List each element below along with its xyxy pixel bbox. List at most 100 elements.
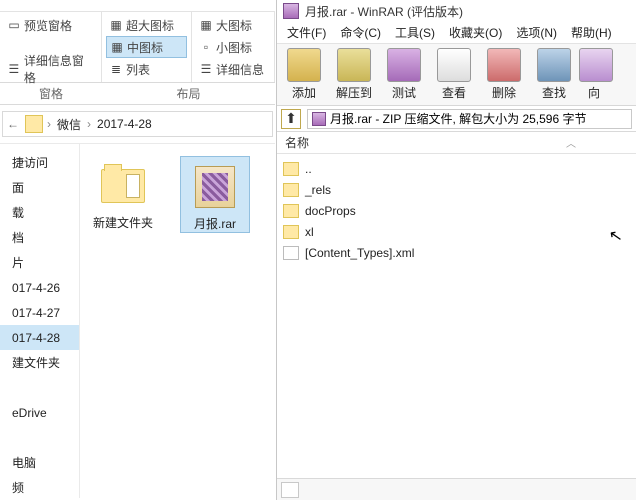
file-label: 月报.rar bbox=[181, 215, 249, 232]
file-label: 新建文件夹 bbox=[88, 214, 158, 231]
delete-button[interactable]: 删除 bbox=[479, 46, 529, 105]
menu-item[interactable]: 工具(S) bbox=[389, 22, 441, 43]
folder-entry[interactable]: .. bbox=[277, 158, 636, 179]
toolbar-label: 向 bbox=[579, 84, 609, 101]
test-button[interactable]: 测试 bbox=[379, 46, 429, 105]
folder-icon bbox=[25, 115, 43, 133]
very-large-icons[interactable]: ▦超大图标 bbox=[106, 14, 187, 36]
address-bar[interactable]: ← › 微信 › 2017-4-28 bbox=[2, 111, 273, 137]
toolbar-icon bbox=[579, 48, 613, 82]
title-bar[interactable]: 月报.rar - WinRAR (评估版本) bbox=[277, 0, 636, 22]
sort-indicator-icon: ︿ bbox=[566, 135, 576, 150]
view-button[interactable]: 查看 bbox=[429, 46, 479, 105]
breadcrumb-seg[interactable]: 2017-4-28 bbox=[93, 117, 156, 131]
toolbar: 添加解压到测试查看删除查找向 bbox=[277, 44, 636, 106]
menu-item[interactable]: 帮助(H) bbox=[565, 22, 618, 43]
archive-info: 月报.rar - ZIP 压缩文件, 解包大小为 25,596 字节 bbox=[330, 110, 587, 127]
medium-icons[interactable]: ▦中图标 bbox=[106, 36, 187, 58]
menu-item[interactable]: 命令(C) bbox=[334, 22, 387, 43]
archive-info-field[interactable]: 月报.rar - ZIP 压缩文件, 解包大小为 25,596 字节 bbox=[307, 109, 632, 129]
toolbar-icon bbox=[287, 48, 321, 82]
file-explorer: ▭ 预览窗格 ☰ 详细信息窗格 ▦超大图标 ▦中图标 ≣列表 ▦大图标 ▫小图标… bbox=[0, 0, 275, 500]
toolbar-icon bbox=[487, 48, 521, 82]
toolbar-icon bbox=[437, 48, 471, 82]
file-list[interactable]: .. _relsdocProps xl [Content_Types].xml bbox=[277, 154, 636, 267]
tree-item[interactable]: 面 bbox=[0, 175, 79, 200]
tree-item[interactable]: 建文件夹 bbox=[0, 350, 79, 375]
folder-icon bbox=[283, 162, 299, 176]
nav-tree[interactable]: 捷访问面载档片017-4-26017-4-27017-4-28建文件夹 eDriv… bbox=[0, 144, 80, 498]
small-icons[interactable]: ▫小图标 bbox=[196, 36, 270, 58]
tree-item[interactable]: 017-4-28 bbox=[0, 325, 79, 350]
folder-icon bbox=[283, 183, 299, 197]
large-icons[interactable]: ▦大图标 bbox=[196, 14, 270, 36]
nav-back-icon[interactable]: ← bbox=[3, 117, 23, 131]
status-seg bbox=[281, 482, 299, 498]
winrar-window: 月报.rar - WinRAR (评估版本) 文件(F)命令(C)工具(S)收藏… bbox=[276, 0, 636, 500]
extract-button[interactable]: 解压到 bbox=[329, 46, 379, 105]
up-button[interactable]: ⬆ bbox=[281, 109, 301, 129]
menu-item[interactable]: 选项(N) bbox=[510, 22, 563, 43]
list-view[interactable]: ≣列表 bbox=[106, 58, 187, 80]
list-header[interactable]: 名称 ︿ bbox=[277, 132, 636, 154]
entry-name: .. bbox=[305, 162, 312, 176]
tree-item[interactable]: 载 bbox=[0, 200, 79, 225]
wizard-button[interactable]: 向 bbox=[579, 46, 609, 105]
tree-item[interactable]: 捷访问 bbox=[0, 150, 79, 175]
menu-bar: 文件(F)命令(C)工具(S)收藏夹(O)选项(N)帮助(H) bbox=[277, 22, 636, 44]
entry-name: [Content_Types].xml bbox=[305, 246, 414, 260]
toolbar-icon bbox=[537, 48, 571, 82]
folder-entry[interactable]: _rels bbox=[277, 179, 636, 200]
folder-item[interactable]: 新建文件夹 bbox=[88, 156, 158, 231]
menu-item[interactable]: 收藏夹(O) bbox=[443, 22, 508, 43]
breadcrumb-seg[interactable]: 微信 bbox=[53, 116, 85, 133]
entry-name: xl bbox=[305, 225, 314, 239]
archive-item[interactable]: 月报.rar bbox=[180, 156, 250, 233]
folder-icon bbox=[283, 204, 299, 218]
tree-item[interactable]: eDrive bbox=[0, 400, 79, 425]
status-bar bbox=[277, 478, 636, 500]
tree-item[interactable]: 档 bbox=[0, 225, 79, 250]
grid-icon: ▦ bbox=[198, 17, 214, 33]
grid-icon: ▦ bbox=[108, 17, 124, 33]
tree-item[interactable]: 017-4-26 bbox=[0, 275, 79, 300]
folder-icon bbox=[283, 225, 299, 239]
grid-icon: ▦ bbox=[109, 39, 125, 55]
toolbar-label: 查看 bbox=[429, 84, 479, 101]
grid-icon: ▫ bbox=[198, 39, 214, 55]
toolbar-label: 添加 bbox=[279, 84, 329, 101]
menu-item[interactable]: 文件(F) bbox=[281, 22, 332, 43]
add-button[interactable]: 添加 bbox=[279, 46, 329, 105]
tree-item[interactable]: 频 bbox=[0, 475, 79, 498]
archive-icon bbox=[312, 112, 326, 126]
winrar-icon bbox=[283, 3, 299, 19]
folder-entry[interactable]: xl bbox=[277, 221, 636, 242]
tree-item[interactable]: 片 bbox=[0, 250, 79, 275]
toolbar-icon bbox=[337, 48, 371, 82]
folder-entry[interactable]: docProps bbox=[277, 200, 636, 221]
chevron-right-icon[interactable]: › bbox=[85, 117, 93, 131]
preview-icon: ▭ bbox=[6, 17, 22, 33]
toolbar-label: 删除 bbox=[479, 84, 529, 101]
details-view[interactable]: ☰详细信息 bbox=[196, 58, 270, 80]
file-area[interactable]: 新建文件夹 月报.rar bbox=[80, 144, 275, 498]
tree-item[interactable] bbox=[0, 375, 79, 400]
chevron-right-icon[interactable]: › bbox=[45, 117, 53, 131]
list-icon: ☰ bbox=[198, 61, 214, 77]
toolbar-icon bbox=[387, 48, 421, 82]
tree-item[interactable]: 电脑 bbox=[0, 450, 79, 475]
tree-item[interactable] bbox=[0, 425, 79, 450]
details-icon: ☰ bbox=[6, 61, 22, 77]
tree-item[interactable]: 017-4-27 bbox=[0, 300, 79, 325]
column-name: 名称 bbox=[285, 134, 309, 151]
archive-path-bar: ⬆ 月报.rar - ZIP 压缩文件, 解包大小为 25,596 字节 bbox=[277, 106, 636, 132]
file-entry[interactable]: [Content_Types].xml bbox=[277, 242, 636, 263]
toolbar-label: 测试 bbox=[379, 84, 429, 101]
window-title: 月报.rar - WinRAR (评估版本) bbox=[305, 3, 463, 20]
folder-icon bbox=[99, 162, 147, 210]
find-button[interactable]: 查找 bbox=[529, 46, 579, 105]
details-pane-toggle[interactable]: ☰ 详细信息窗格 bbox=[4, 58, 97, 80]
preview-pane-toggle[interactable]: ▭ 预览窗格 bbox=[4, 14, 97, 36]
ribbon: ▭ 预览窗格 ☰ 详细信息窗格 ▦超大图标 ▦中图标 ≣列表 ▦大图标 ▫小图标… bbox=[0, 12, 275, 83]
file-icon bbox=[283, 246, 299, 260]
